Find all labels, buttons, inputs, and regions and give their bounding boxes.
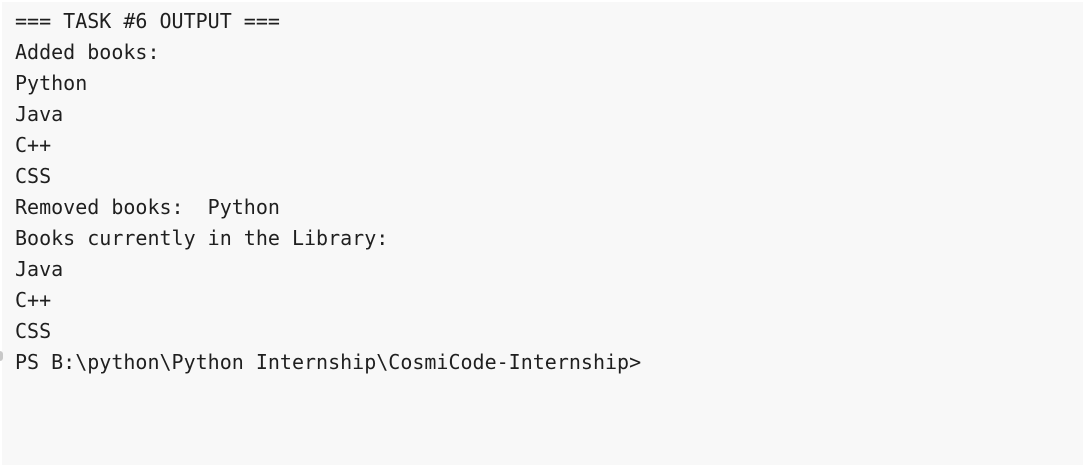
output-line: CSS [15,164,52,188]
output-line: Java [15,102,64,126]
output-line: CSS [15,319,52,343]
output-line-library-heading: Books currently in the Library: [15,226,389,250]
terminal-prompt[interactable]: PS B:\python\Python Internship\CosmiCode… [15,347,1083,378]
terminal-output-panel[interactable]: === TASK #6 OUTPUT === Added books: Pyth… [2,2,1083,465]
output-line: C++ [15,288,52,312]
output-line: Python [15,71,88,95]
output-line-added-heading: Added books: [15,40,160,64]
output-line-removed: Removed books: Python [15,195,280,219]
output-line-header: === TASK #6 OUTPUT === [15,9,280,33]
command-decoration-icon[interactable] [0,351,3,361]
output-line: C++ [15,133,52,157]
output-line: Java [15,257,64,281]
